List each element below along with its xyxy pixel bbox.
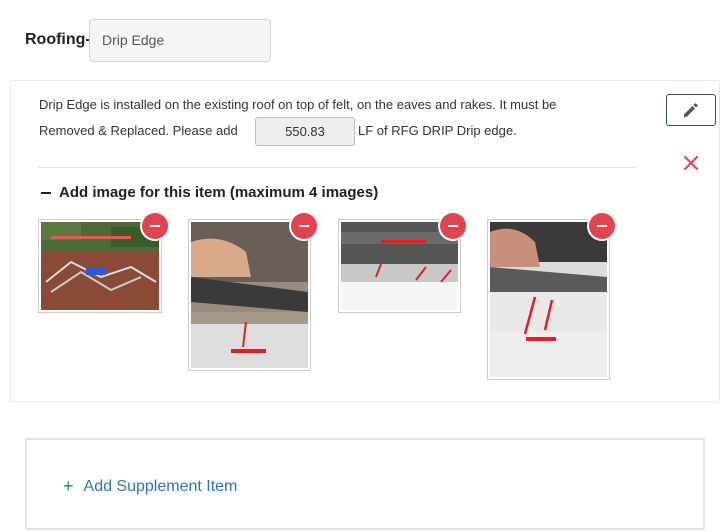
delete-item-button[interactable] bbox=[681, 153, 701, 173]
image-thumbnail-4[interactable] bbox=[487, 219, 610, 380]
close-icon bbox=[684, 156, 698, 170]
remove-image-2[interactable] bbox=[291, 213, 317, 239]
image-thumbnail-2[interactable] bbox=[188, 219, 311, 371]
pencil-icon bbox=[684, 103, 698, 117]
remove-image-1[interactable] bbox=[142, 213, 168, 239]
add-image-title: Add image for this item (maximum 4 image… bbox=[59, 184, 379, 201]
roofing-label: Roofing- bbox=[25, 31, 91, 48]
minus-icon bbox=[41, 191, 51, 194]
plus-icon: + bbox=[63, 476, 74, 496]
item-description-unit: LF of RFG DRIP Drip edge. bbox=[358, 123, 517, 138]
remove-image-4[interactable] bbox=[589, 213, 615, 239]
minus-circle-icon bbox=[299, 225, 309, 227]
add-image-toggle[interactable]: Add image for this item (maximum 4 image… bbox=[41, 184, 378, 201]
quantity-input[interactable]: 550.83 bbox=[255, 117, 355, 146]
add-supplement-label: Add Supplement Item bbox=[83, 477, 238, 495]
supplement-card: + Add Supplement Item bbox=[25, 438, 705, 530]
minus-circle-icon bbox=[448, 225, 458, 227]
remove-image-3[interactable] bbox=[440, 213, 466, 239]
minus-circle-icon bbox=[597, 225, 607, 227]
edit-button[interactable] bbox=[666, 94, 716, 126]
divider bbox=[38, 167, 636, 168]
minus-circle-icon bbox=[150, 225, 160, 227]
item-description-line2: Removed & Replaced. Please add bbox=[39, 123, 238, 138]
add-supplement-button[interactable]: + Add Supplement Item bbox=[63, 476, 237, 497]
item-description-line1: Drip Edge is installed on the existing r… bbox=[39, 97, 557, 112]
item-name-field[interactable]: Drip Edge bbox=[89, 19, 271, 62]
item-card: Drip Edge is installed on the existing r… bbox=[10, 80, 720, 402]
